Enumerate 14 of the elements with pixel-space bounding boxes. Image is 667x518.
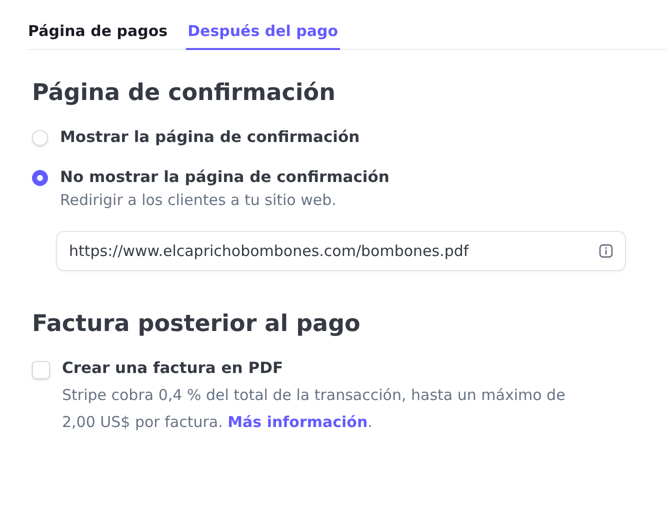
section-heading: Página de confirmación — [32, 80, 336, 106]
option-description: Redirigir a los clientes a tu sitio web. — [60, 191, 338, 209]
url-field[interactable]: https://www.elcaprichobombones.com/bombones.pdf — [56, 231, 626, 271]
info-icon — [599, 244, 613, 258]
section-heading: Factura posterior al pago — [32, 311, 362, 337]
radio-button[interactable] — [32, 170, 48, 186]
fee-description: Stripe cobra 0,4 % del total de la transacción, hasta un máximo de 2,00 US$ por factura. Más información. — [62, 385, 566, 433]
checkbox-label: Crear una factura en PDF — [62, 359, 284, 377]
tab[interactable]: Página de pagos — [28, 14, 170, 50]
option-label: No mostrar la página de confirmación — [60, 168, 390, 186]
tab[interactable]: Después del pago — [186, 14, 340, 50]
checkbox[interactable] — [32, 361, 50, 379]
more-info-link[interactable]: Más información — [228, 413, 368, 431]
option-label: Mostrar la página de confirmación — [60, 128, 360, 146]
